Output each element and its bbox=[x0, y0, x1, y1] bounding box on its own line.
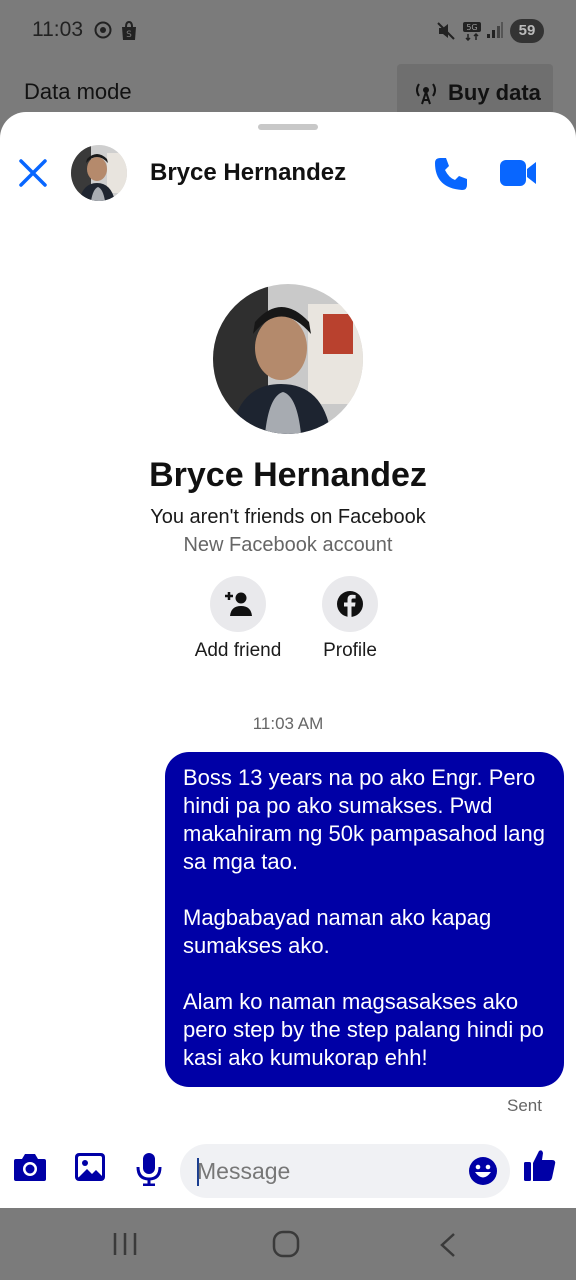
svg-text:5G: 5G bbox=[466, 23, 477, 32]
home-icon bbox=[272, 1230, 300, 1258]
avatar[interactable] bbox=[71, 145, 127, 201]
phone-icon bbox=[435, 158, 467, 190]
message-timestamp: 11:03 AM bbox=[252, 714, 324, 733]
profile-label: Profile bbox=[323, 640, 377, 661]
recent-apps-icon bbox=[113, 1233, 137, 1255]
add-friend-icon bbox=[225, 592, 252, 616]
outgoing-message-bubble[interactable]: Boss 13 years na po ako Engr. Pero hindi… bbox=[165, 752, 564, 1087]
add-friend-label: Add friend bbox=[194, 640, 282, 661]
profile-picture[interactable] bbox=[213, 284, 363, 434]
battery-indicator: 59 bbox=[510, 19, 544, 43]
recent-apps-button[interactable] bbox=[112, 1232, 138, 1261]
delivery-status: Sent bbox=[507, 1096, 542, 1115]
message-input[interactable]: Message bbox=[180, 1144, 510, 1198]
close-button[interactable] bbox=[18, 158, 48, 188]
system-nav-bar bbox=[0, 1208, 576, 1280]
data-mode-label: Data mode bbox=[24, 79, 132, 104]
gallery-button[interactable] bbox=[74, 1152, 106, 1187]
chrome-icon bbox=[94, 21, 112, 44]
audio-call-button[interactable] bbox=[432, 155, 470, 198]
thumbs-up-icon bbox=[524, 1150, 556, 1181]
home-button[interactable] bbox=[272, 1230, 300, 1263]
message-paragraph: Boss 13 years na po ako Engr. Pero hindi… bbox=[183, 765, 546, 874]
camera-icon bbox=[14, 1154, 46, 1181]
close-icon bbox=[19, 159, 47, 187]
video-camera-icon bbox=[500, 160, 536, 186]
mute-icon bbox=[436, 21, 456, 46]
message-paragraph: Alam ko naman magsasakses ako pero step … bbox=[183, 989, 544, 1070]
microphone-icon bbox=[136, 1153, 162, 1187]
buy-data-label: Buy data bbox=[448, 80, 541, 105]
antenna-icon bbox=[413, 80, 439, 111]
camera-button[interactable] bbox=[13, 1152, 47, 1187]
image-icon bbox=[75, 1153, 105, 1181]
profile-name: Bryce Hernandez bbox=[149, 456, 427, 494]
facebook-icon bbox=[337, 591, 363, 617]
message-paragraph: Magbabayad naman ako kapag sumakses ako. bbox=[183, 905, 492, 958]
status-bar: 11:03 S 5G 59 bbox=[0, 0, 576, 62]
message-placeholder: Message bbox=[197, 1158, 291, 1184]
status-time: 11:03 bbox=[32, 18, 83, 41]
like-button[interactable] bbox=[523, 1148, 557, 1187]
signal-icon bbox=[486, 21, 504, 44]
account-note: New Facebook account bbox=[183, 534, 393, 556]
emoji-icon bbox=[469, 1157, 497, 1185]
shopee-icon: S bbox=[120, 20, 138, 46]
emoji-button[interactable] bbox=[468, 1156, 498, 1191]
add-friend-button[interactable]: Add friend bbox=[178, 576, 298, 662]
voice-button[interactable] bbox=[136, 1152, 162, 1191]
svg-text:S: S bbox=[126, 30, 132, 40]
back-icon bbox=[440, 1233, 455, 1257]
video-call-button[interactable] bbox=[498, 156, 538, 195]
chat-sheet: Bryce Hernandez Bryce Hernandez You aren… bbox=[0, 112, 576, 1208]
friendship-status: You aren't friends on Facebook bbox=[150, 506, 426, 528]
profile-button[interactable]: Profile bbox=[290, 576, 410, 662]
drag-handle[interactable] bbox=[258, 124, 318, 130]
contact-name: Bryce Hernandez bbox=[150, 159, 347, 186]
5g-icon: 5G bbox=[462, 21, 482, 46]
back-button[interactable] bbox=[438, 1232, 458, 1263]
